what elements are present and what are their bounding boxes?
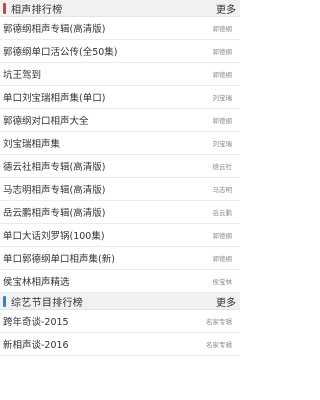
list-item[interactable]: 岳云鹏相声专辑(高清版) 岳云鹏 — [0, 201, 240, 224]
item-title: 单口大话刘罗锅(100集) — [3, 231, 105, 242]
item-artist: 刘宝瑞 — [212, 140, 233, 148]
crosstalk-ranking-section: 相声排行榜 更多 郭德纲相声专辑(高清版) 郭德纲 郭德纲单口活公传(全50集)… — [0, 0, 240, 293]
list-item[interactable]: 单口大话刘罗锅(100集) 郭德纲 — [0, 224, 240, 247]
item-title: 郭德纲单口活公传(全50集) — [3, 47, 118, 58]
list-item[interactable]: 侯宝林相声精选 侯宝林 — [0, 270, 240, 293]
list-item[interactable]: 刘宝瑞相声集 刘宝瑞 — [0, 132, 240, 155]
more-link[interactable]: 更多 — [216, 294, 236, 309]
item-title: 跨年奇谈-2015 — [3, 317, 69, 328]
list-item[interactable]: 马志明相声专辑(高清版) 马志明 — [0, 178, 240, 201]
item-title: 新相声谈-2016 — [3, 340, 69, 351]
section-accent-bar — [3, 295, 6, 307]
item-title: 郭德纲相声专辑(高清版) — [3, 24, 106, 35]
list-item[interactable]: 单口刘宝瑞相声集(单口) 刘宝瑞 — [0, 86, 240, 109]
list-item[interactable]: 郭德纲单口活公传(全50集) 郭德纲 — [0, 40, 240, 63]
item-artist: 郭德纲 — [212, 232, 233, 240]
item-artist: 德云社 — [212, 163, 233, 171]
item-artist: 名家专辑 — [206, 341, 232, 349]
list-item[interactable]: 新相声谈-2016 名家专辑 — [0, 333, 240, 356]
section-title: 相声排行榜 — [11, 4, 63, 16]
list-item[interactable]: 跨年奇谈-2015 名家专辑 — [0, 310, 240, 333]
item-title: 马志明相声专辑(高清版) — [3, 185, 106, 196]
item-artist: 郭德纲 — [212, 25, 233, 33]
crosstalk-list: 郭德纲相声专辑(高清版) 郭德纲 郭德纲单口活公传(全50集) 郭德纲 坑王驾到… — [0, 17, 240, 293]
section-accent-bar — [3, 2, 6, 14]
item-title: 德云社相声专辑(高清版) — [3, 162, 106, 173]
item-title: 刘宝瑞相声集 — [3, 139, 61, 150]
item-title: 侯宝林相声精选 — [3, 277, 70, 288]
list-item[interactable]: 坑王驾到 郭德纲 — [0, 63, 240, 86]
item-artist: 岳云鹏 — [212, 209, 233, 217]
item-title: 单口郭德纲单口相声集(新) — [3, 254, 115, 265]
item-title: 单口刘宝瑞相声集(单口) — [3, 93, 106, 104]
item-title: 坑王驾到 — [3, 70, 42, 81]
item-artist: 马志明 — [212, 186, 233, 194]
more-link[interactable]: 更多 — [216, 1, 236, 16]
item-artist: 侯宝林 — [212, 278, 233, 286]
list-item[interactable]: 德云社相声专辑(高清版) 德云社 — [0, 155, 240, 178]
section-header: 相声排行榜 更多 — [0, 0, 240, 17]
section-header: 综艺节目排行榜 更多 — [0, 293, 240, 310]
variety-ranking-section: 综艺节目排行榜 更多 跨年奇谈-2015 名家专辑 新相声谈-2016 名家专辑 — [0, 293, 240, 356]
item-artist: 郭德纲 — [212, 255, 233, 263]
list-item[interactable]: 单口郭德纲单口相声集(新) 郭德纲 — [0, 247, 240, 270]
item-artist: 刘宝瑞 — [212, 94, 233, 102]
section-title: 综艺节目排行榜 — [11, 297, 84, 309]
item-title: 郭德纲对口相声大全 — [3, 116, 89, 127]
item-artist: 郭德纲 — [212, 117, 233, 125]
item-artist: 名家专辑 — [206, 318, 232, 326]
item-artist: 郭德纲 — [212, 71, 233, 79]
list-item[interactable]: 郭德纲相声专辑(高清版) 郭德纲 — [0, 17, 240, 40]
item-artist: 郭德纲 — [212, 48, 233, 56]
list-item[interactable]: 郭德纲对口相声大全 郭德纲 — [0, 109, 240, 132]
item-title: 岳云鹏相声专辑(高清版) — [3, 208, 106, 219]
variety-list: 跨年奇谈-2015 名家专辑 新相声谈-2016 名家专辑 — [0, 310, 240, 356]
